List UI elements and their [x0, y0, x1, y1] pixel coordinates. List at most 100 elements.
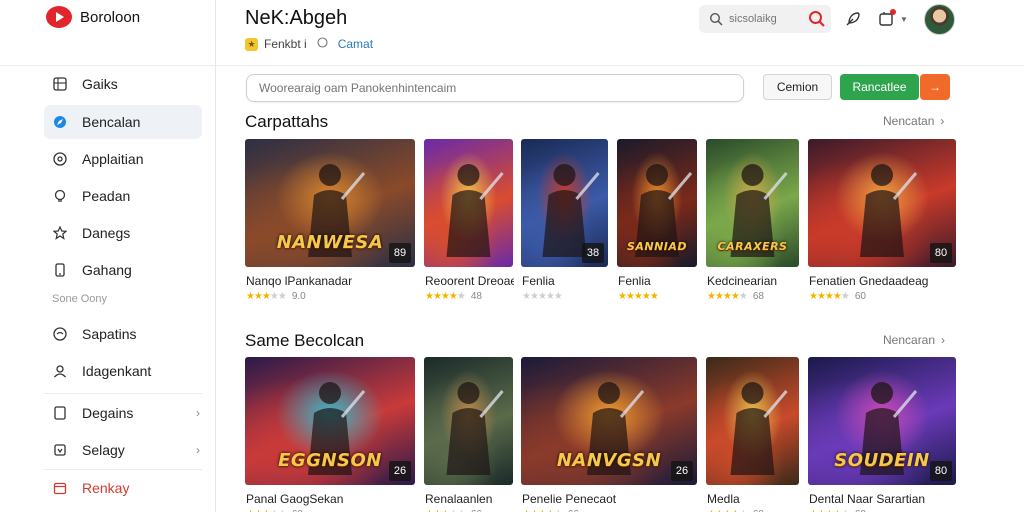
- character-illustration: [446, 382, 504, 475]
- game-rating: ★★★★★ 48: [425, 291, 482, 302]
- game-thumbnail[interactable]: SOUDEIN 80: [808, 357, 956, 485]
- filter-input[interactable]: [246, 74, 744, 102]
- cemion-button[interactable]: Cemion: [763, 74, 832, 100]
- game-badge: 80: [930, 243, 952, 263]
- game-logo-text: CARAXERS: [717, 240, 788, 253]
- sidebar-section-label: Sone Oony: [52, 293, 108, 305]
- see-more-link[interactable]: Nencaran ›: [883, 333, 945, 347]
- sidebar-divider: [44, 393, 202, 394]
- game-card[interactable]: SOUDEIN80Dental Naar Sarartian★★★★★60: [808, 357, 956, 512]
- notification-icon[interactable]: [876, 9, 896, 29]
- game-badge: 26: [389, 461, 411, 481]
- game-title[interactable]: Penelie Penecaot: [522, 492, 616, 506]
- sidebar: Boroloon Gaiks Bencalan Applaitian Peada…: [0, 0, 216, 512]
- see-more-link[interactable]: Nencatan ›: [883, 114, 944, 128]
- game-card[interactable]: CARAXERS Kedcinearian ★★★★★ 68: [706, 139, 799, 304]
- target-icon: [52, 151, 68, 167]
- game-rating: ★★★★★ 60: [809, 291, 866, 302]
- game-title[interactable]: Fenlia: [618, 274, 651, 288]
- game-title[interactable]: Panal GaogSekan: [246, 492, 343, 506]
- game-rating: ★★★★★: [618, 291, 664, 302]
- sidebar-item-selagy[interactable]: Selagy ›: [44, 433, 202, 467]
- game-card[interactable]: SANNIAD Fenlia ★★★★★: [617, 139, 697, 304]
- sidebar-item-applaitian[interactable]: Applaitian: [44, 142, 202, 176]
- game-thumbnail[interactable]: [424, 357, 513, 485]
- character-illustration: [446, 164, 504, 257]
- arrow-right-button[interactable]: →: [920, 74, 950, 100]
- game-badge: 38: [582, 243, 604, 263]
- chevron-right-icon: ›: [940, 114, 945, 128]
- page-title: NeK:Abgeh: [245, 7, 348, 29]
- game-logo-text: SANNIAD: [626, 240, 688, 253]
- game-rating: ★★★★★ 68: [707, 291, 764, 302]
- game-thumbnail[interactable]: 38: [521, 139, 608, 267]
- game-card[interactable]: Renalaanlen★★★★★66: [424, 357, 513, 512]
- sidebar-item-label: Gahang: [82, 262, 132, 278]
- sidebar-item-gahang[interactable]: Gahang: [44, 253, 202, 287]
- game-card[interactable]: EGGNSON26Panal GaogSekan★★★★★60: [245, 357, 415, 512]
- game-rating: ★★★★★: [522, 291, 568, 302]
- search-icon: [709, 12, 723, 26]
- game-thumbnail[interactable]: NANVGSN 26: [521, 357, 697, 485]
- game-card[interactable]: 80 Fenatien Gnedaadeag ★★★★★ 60: [808, 139, 956, 304]
- game-thumbnail[interactable]: [706, 357, 799, 485]
- badge-icon: ★: [245, 37, 258, 51]
- info-icon: [317, 37, 328, 51]
- game-thumbnail[interactable]: EGGNSON 26: [245, 357, 415, 485]
- game-thumbnail[interactable]: SANNIAD: [617, 139, 697, 267]
- search-submit-icon[interactable]: [807, 9, 827, 29]
- sidebar-item-gaiks[interactable]: Gaiks: [44, 67, 202, 101]
- header-search[interactable]: [699, 5, 831, 33]
- game-card[interactable]: 38 Fenlia ★★★★★: [521, 139, 608, 304]
- header-link[interactable]: Camat: [338, 37, 373, 51]
- game-card[interactable]: NANWESA 89 Nanqo lPankanadar ★★★★★ 9.0: [245, 139, 415, 304]
- sidebar-item-renkay[interactable]: Renkay: [44, 471, 202, 505]
- game-badge: 80: [930, 461, 952, 481]
- chevron-down-icon[interactable]: ▼: [898, 9, 910, 29]
- avatar[interactable]: [924, 4, 955, 35]
- game-card[interactable]: Reoorent Dreoaelig ★★★★★ 48: [424, 139, 514, 304]
- compass-icon: [52, 114, 68, 130]
- game-title[interactable]: Medla: [707, 492, 740, 506]
- star-rating-icon: ★★★★★: [425, 291, 466, 302]
- brand[interactable]: Boroloon: [46, 6, 140, 28]
- game-title[interactable]: Renalaanlen: [425, 492, 492, 506]
- person-icon: [52, 363, 68, 379]
- sidebar-item-degains[interactable]: Degains ›: [44, 396, 202, 430]
- sidebar-item-bencalan[interactable]: Bencalan: [44, 105, 202, 139]
- game-title[interactable]: Reoorent Dreoaelig: [425, 274, 514, 288]
- game-card[interactable]: Medla★★★★★60: [706, 357, 799, 512]
- bulb-icon: [52, 188, 68, 204]
- sidebar-divider: [44, 469, 202, 470]
- see-more-label: Nencaran: [883, 333, 936, 347]
- feather-icon[interactable]: [843, 9, 863, 29]
- sidebar-item-label: Gaiks: [82, 76, 118, 92]
- sidebar-item-label: Selagy: [82, 442, 125, 458]
- grid-icon: [52, 76, 68, 92]
- game-card[interactable]: NANVGSN26Penelie Penecaot★★★★★66: [521, 357, 697, 512]
- game-thumbnail[interactable]: [424, 139, 513, 267]
- game-title[interactable]: Fenlia: [522, 274, 555, 288]
- star-rating-icon: ★★★★★: [522, 291, 563, 302]
- game-title[interactable]: Dental Naar Sarartian: [809, 492, 925, 506]
- brand-logo-icon: [46, 6, 72, 28]
- sidebar-item-label: Applaitian: [82, 151, 144, 167]
- game-title[interactable]: Fenatien Gnedaadeag: [809, 274, 928, 288]
- sidebar-item-idagenkant[interactable]: Idagenkant: [44, 354, 202, 388]
- sidebar-item-label: Sapatins: [82, 326, 137, 342]
- sidebar-item-label: Idagenkant: [82, 363, 152, 379]
- game-thumbnail[interactable]: NANWESA 89: [245, 139, 415, 267]
- sidebar-item-peadan[interactable]: Peadan: [44, 179, 202, 213]
- search-input[interactable]: [729, 13, 809, 25]
- rancatlee-button[interactable]: Rancatlee: [840, 74, 919, 100]
- sidebar-item-sapatins[interactable]: Sapatins: [44, 317, 202, 351]
- game-thumbnail[interactable]: CARAXERS: [706, 139, 799, 267]
- game-title[interactable]: Kedcinearian: [707, 274, 777, 288]
- sidebar-item-danegs[interactable]: Danegs: [44, 216, 202, 250]
- chevron-right-icon: ›: [196, 443, 200, 457]
- chevron-right-icon: ›: [196, 406, 200, 420]
- phone-icon: [52, 262, 68, 278]
- game-thumbnail[interactable]: 80: [808, 139, 956, 267]
- game-title[interactable]: Nanqo lPankanadar: [246, 274, 352, 288]
- sidebar-item-label: Peadan: [82, 188, 131, 204]
